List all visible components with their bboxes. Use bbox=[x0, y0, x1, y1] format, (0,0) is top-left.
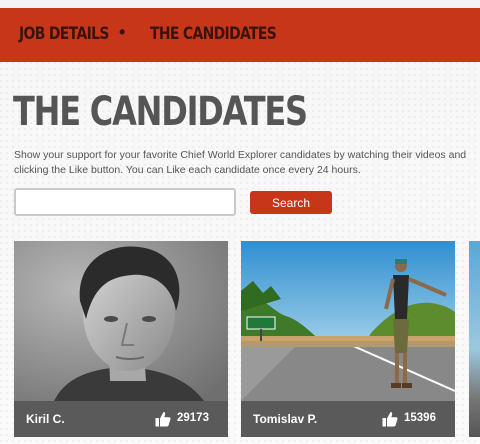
candidate-card[interactable]: Tomislav P. 15396 bbox=[241, 241, 455, 437]
search-button[interactable]: Search bbox=[250, 191, 332, 214]
intro-text: Show your support for your favorite Chie… bbox=[14, 149, 467, 176]
candidate-like-count: 29173 bbox=[177, 412, 209, 424]
candidate-name: Kiril C. bbox=[26, 412, 65, 426]
thumbs-up-icon[interactable] bbox=[155, 411, 171, 427]
nav-separator: • bbox=[119, 22, 126, 42]
candidate-like-count: 15396 bbox=[404, 412, 436, 424]
candidate-info-bar: Tomislav P. 15396 bbox=[241, 401, 455, 437]
nav-item-the-candidates[interactable]: THE CANDIDATES bbox=[150, 24, 277, 44]
candidate-name: Tomislav P. bbox=[253, 412, 318, 426]
top-navigation: JOB DETAILS • THE CANDIDATES bbox=[0, 8, 480, 62]
top-strip bbox=[0, 0, 480, 8]
candidate-photo bbox=[241, 241, 455, 401]
nav-item-job-details[interactable]: JOB DETAILS bbox=[19, 24, 109, 44]
thumbs-up-icon[interactable] bbox=[382, 411, 398, 427]
candidate-photo bbox=[14, 241, 228, 401]
candidate-info-bar: Kiril C. 29173 bbox=[14, 401, 228, 437]
candidate-card-partial[interactable] bbox=[469, 241, 480, 437]
search-input[interactable] bbox=[14, 188, 236, 216]
page-title: THE CANDIDATES bbox=[13, 89, 308, 135]
candidate-card[interactable]: Kiril C. 29173 bbox=[14, 241, 228, 437]
